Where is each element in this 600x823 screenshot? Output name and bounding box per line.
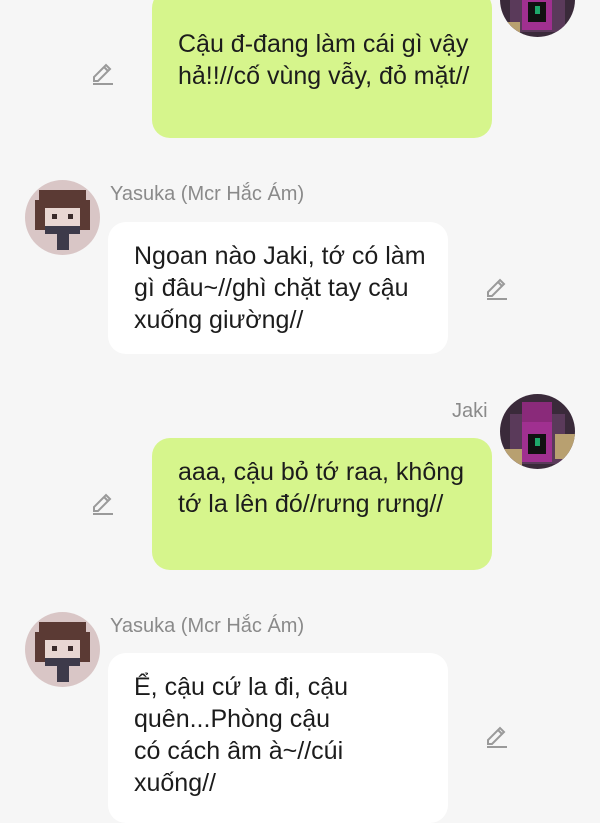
message-text: Cậu đ-đang làm cái gì vậy hả!!//cố vùng … — [178, 30, 470, 90]
message-outgoing: Cậu đ-đang làm cái gì vậy hả!!//cố vùng … — [0, 0, 600, 150]
message-bubble[interactable]: Ngoan nào Jaki, tớ có làm gì đâu~//ghì c… — [108, 222, 448, 354]
message-incoming: Yasuka (Mcr Hắc Ám) Ngoan nào Jaki, tớ c… — [0, 175, 600, 360]
avatar-yasuka[interactable] — [25, 180, 100, 255]
message-bubble[interactable]: aaa, cậu bỏ tớ raa, không tớ la lên đó//… — [152, 438, 492, 570]
sender-name: Jaki — [452, 400, 488, 422]
sender-name: Yasuka (Mcr Hắc Ám) — [110, 615, 305, 637]
message-text: aaa, cậu bỏ tớ raa, không tớ la lên đó//… — [178, 458, 465, 518]
edit-pencil-icon[interactable] — [90, 60, 116, 86]
avatar-jaki[interactable] — [500, 0, 575, 37]
edit-pencil-icon[interactable] — [484, 275, 510, 301]
edit-pencil-icon[interactable] — [90, 490, 116, 516]
avatar-jaki[interactable] — [500, 394, 575, 469]
message-bubble[interactable]: Ể, cậu cứ la đi, cậu quên...Phòng cậu có… — [108, 653, 448, 823]
message-text: Ngoan nào Jaki, tớ có làm gì đâu~//ghì c… — [134, 242, 426, 334]
message-text: Ể, cậu cứ la đi, cậu quên...Phòng cậu có… — [134, 673, 349, 797]
message-bubble[interactable]: Cậu đ-đang làm cái gì vậy hả!!//cố vùng … — [152, 0, 492, 138]
chat-thread: Cậu đ-đang làm cái gì vậy hả!!//cố vùng … — [0, 0, 600, 823]
avatar-yasuka[interactable] — [25, 612, 100, 687]
sender-name: Yasuka (Mcr Hắc Ám) — [110, 183, 305, 205]
edit-pencil-icon[interactable] — [484, 723, 510, 749]
message-incoming: Yasuka (Mcr Hắc Ám) Ể, cậu cứ la đi, cậu… — [0, 607, 600, 823]
message-outgoing: Jaki aaa, cậu bỏ tớ raa, không tớ la lên… — [0, 392, 600, 582]
